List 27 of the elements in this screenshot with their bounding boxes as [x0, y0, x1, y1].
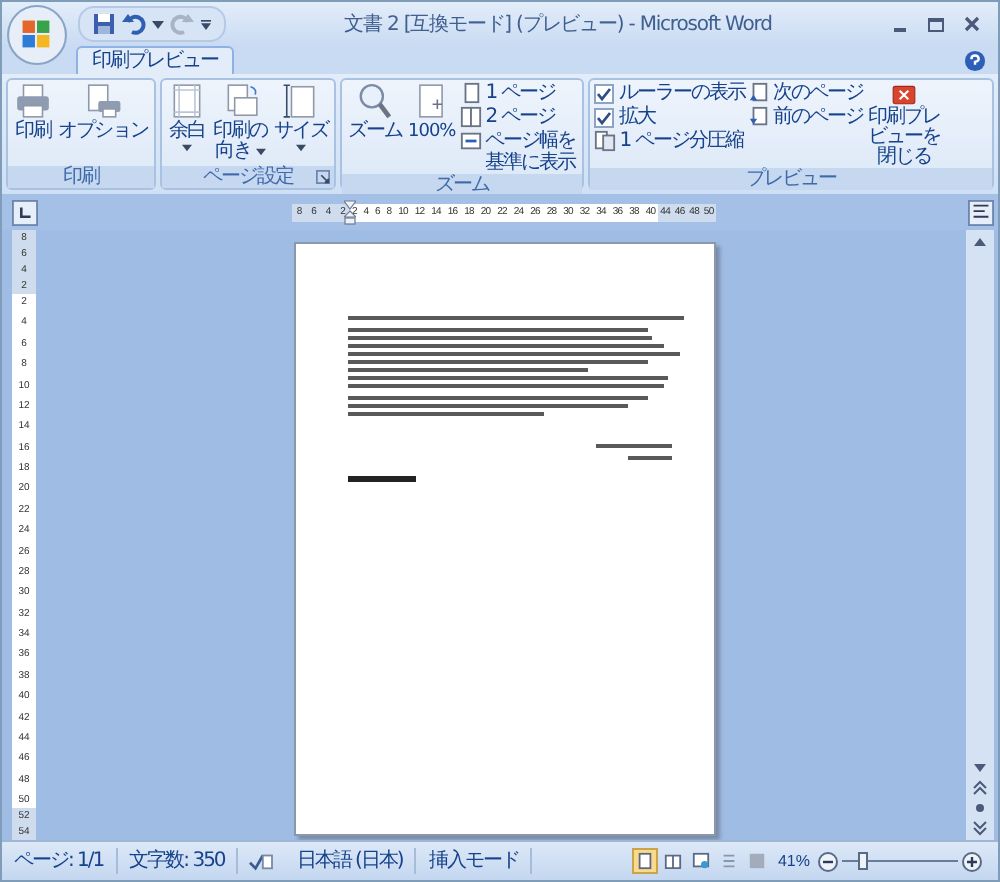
size-button[interactable]: サイズ — [272, 82, 330, 152]
zoom-option-button[interactable]: ページ幅を基準に表示 — [459, 130, 578, 174]
print-button[interactable]: 印刷 — [12, 82, 54, 142]
shrink-one-page-button[interactable]: 1 ページ分圧縮 — [593, 130, 746, 152]
close-preview-button[interactable]: 印刷プレビューを閉じる — [865, 82, 946, 168]
insert-mode-indicator[interactable]: 挿入モード — [416, 848, 533, 874]
zoom-100-button[interactable]: 100% — [406, 82, 458, 142]
group-label: 印刷 — [8, 166, 154, 188]
language-indicator[interactable]: 日本語 (日本) — [284, 848, 417, 874]
group-label: ページ設定 — [203, 166, 293, 188]
checkbox[interactable]: 拡大 — [593, 106, 746, 128]
group-label: プレビュー — [589, 168, 992, 190]
options-button[interactable]: オプション — [56, 82, 150, 142]
next-page-button[interactable]: 次のページ — [747, 82, 864, 104]
zoom-level[interactable]: 41% — [769, 848, 818, 874]
checkbox[interactable]: ルーラーの表示 — [593, 82, 746, 104]
ribbon-tab[interactable]: 印刷プレビュー — [76, 46, 234, 74]
group-label: ズーム — [342, 174, 582, 196]
previous-page-button[interactable]: 前のページ — [747, 106, 864, 128]
zoom-button[interactable]: ズーム — [346, 82, 404, 142]
zoom-option-button[interactable]: 2 ページ — [459, 106, 578, 128]
zoom-option-button[interactable]: 1 ページ — [459, 82, 578, 104]
page-count[interactable]: ページ: 1/1 — [2, 848, 118, 874]
word-count[interactable]: 文字数: 350 — [117, 848, 239, 874]
orientation-button[interactable]: 印刷の向き — [210, 82, 270, 162]
margins-button[interactable]: 余白 — [166, 82, 208, 152]
window-title: 文書 2 [互換モード] (プレビュー) - Microsoft Word — [342, 11, 774, 38]
